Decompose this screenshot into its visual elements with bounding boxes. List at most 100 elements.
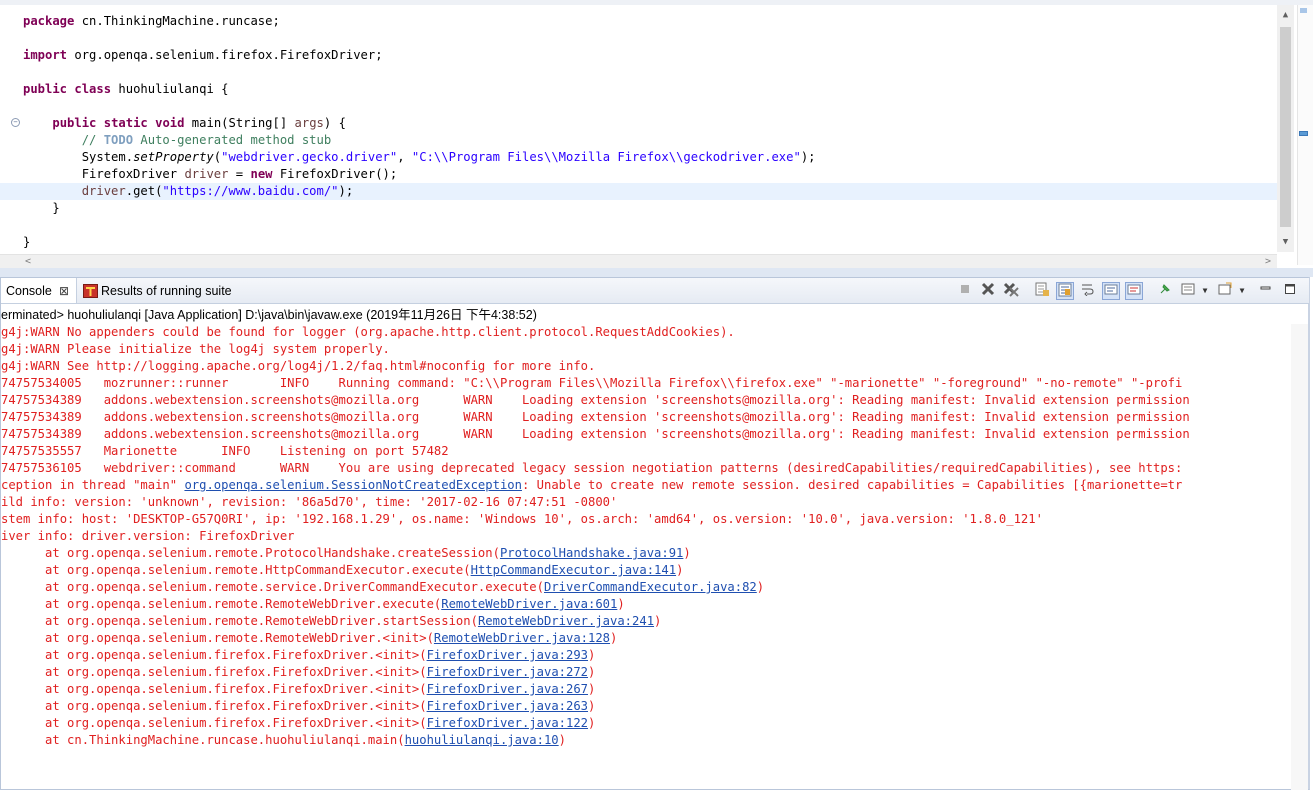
remove-launch-icon[interactable] xyxy=(979,282,997,300)
console-output-line: 74757534005 mozrunner::runner INFO Runni… xyxy=(1,375,1182,392)
console-text: ) xyxy=(683,546,691,560)
console-output-line: 74757536105 webdriver::command WARN You … xyxy=(1,460,1182,477)
code-line[interactable]: 4 xyxy=(0,64,1280,81)
console-text: at org.openqa.selenium.firefox.FirefoxDr… xyxy=(1,665,427,679)
code-text: } xyxy=(23,200,60,217)
code-text: import org.openqa.selenium.firefox.Firef… xyxy=(23,47,383,64)
console-output-line: at cn.ThinkingMachine.runcase.huohuliula… xyxy=(1,732,566,749)
code-line[interactable]: 3import org.openqa.selenium.firefox.Fire… xyxy=(0,47,1280,64)
console-output-line: ception in thread "main" org.openqa.sele… xyxy=(1,477,1182,494)
console-text: at org.openqa.selenium.remote.RemoteWebD… xyxy=(1,631,434,645)
code-line[interactable]: 6 xyxy=(0,98,1280,115)
code-token: FirefoxDriver xyxy=(23,167,185,181)
console-text: 74757534389 addons.webextension.screensh… xyxy=(1,427,1190,441)
console-text: stem info: host: 'DESKTOP-G57Q0RI', ip: … xyxy=(1,512,1043,526)
console-output-line: at org.openqa.selenium.remote.RemoteWebD… xyxy=(1,613,661,630)
code-line[interactable]: 7− public static void main(String[] args… xyxy=(0,115,1280,132)
stacktrace-link[interactable]: FirefoxDriver.java:293 xyxy=(427,648,588,662)
open-dropdown-icon[interactable]: ▼ xyxy=(1236,282,1248,300)
console-view: Console ⊠ Results of running suite ▼ ▼ e… xyxy=(0,277,1310,790)
editor-horizontal-scrollbar[interactable]: < > xyxy=(0,254,1277,269)
code-token: driver xyxy=(81,184,126,198)
console-output-line: at org.openqa.selenium.firefox.FirefoxDr… xyxy=(1,698,595,715)
code-token: } xyxy=(23,201,60,215)
code-text: } xyxy=(23,234,30,251)
stacktrace-link[interactable]: FirefoxDriver.java:267 xyxy=(427,682,588,696)
launch-line-text: erminated> huohuliulanqi [Java Applicati… xyxy=(1,308,537,322)
console-output[interactable]: g4j:WARN No appenders could be found for… xyxy=(1,324,1291,764)
code-token: static xyxy=(103,116,148,130)
code-line[interactable]: 10 FirefoxDriver driver = new FirefoxDri… xyxy=(0,166,1280,183)
maximize-icon[interactable] xyxy=(1281,282,1299,300)
tab-console[interactable]: Console ⊠ xyxy=(1,278,77,303)
scroll-up-arrow-icon[interactable]: ▲ xyxy=(1277,7,1294,23)
code-line[interactable]: 9 System.setProperty("webdriver.gecko.dr… xyxy=(0,149,1280,166)
console-vertical-scrollbar[interactable] xyxy=(1291,324,1308,790)
code-text: driver.get("https://www.baidu.com/"); xyxy=(23,183,354,200)
stacktrace-link[interactable]: FirefoxDriver.java:272 xyxy=(427,665,588,679)
minimize-icon[interactable] xyxy=(1257,282,1275,300)
open-console-icon[interactable] xyxy=(1216,282,1234,300)
stacktrace-link[interactable]: RemoteWebDriver.java:601 xyxy=(441,597,617,611)
console-text: ) xyxy=(588,665,596,679)
code-token: void xyxy=(155,116,185,130)
ruler-current-line-mark[interactable] xyxy=(1299,131,1308,136)
code-line[interactable]: 1package cn.ThinkingMachine.runcase; xyxy=(0,13,1280,30)
code-token: "C:\\Program Files\\Mozilla Firefox\\gec… xyxy=(411,150,801,164)
stacktrace-link[interactable]: RemoteWebDriver.java:241 xyxy=(478,614,654,628)
code-token: System. xyxy=(23,150,134,164)
show-on-stderr-icon[interactable] xyxy=(1125,282,1143,300)
console-text: at org.openqa.selenium.firefox.FirefoxDr… xyxy=(1,716,427,730)
code-line[interactable]: 5public class huohuliulanqi { xyxy=(0,81,1280,98)
console-output-line: at org.openqa.selenium.remote.HttpComman… xyxy=(1,562,683,579)
stacktrace-link[interactable]: DriverCommandExecutor.java:82 xyxy=(544,580,757,594)
console-text: ) xyxy=(558,733,566,747)
scroll-right-arrow-icon[interactable]: > xyxy=(1260,255,1276,269)
scroll-lock-icon[interactable] xyxy=(1056,282,1074,300)
code-line[interactable]: 13 xyxy=(0,217,1280,234)
console-text: at cn.ThinkingMachine.runcase.huohuliula… xyxy=(1,733,405,747)
scroll-left-arrow-icon[interactable]: < xyxy=(20,255,36,269)
clear-console-icon[interactable] xyxy=(1033,282,1051,300)
code-token: // xyxy=(81,133,104,147)
code-token: setProperty xyxy=(133,150,214,164)
fold-collapse-icon[interactable]: − xyxy=(11,118,20,127)
display-console-icon[interactable] xyxy=(1179,282,1197,300)
ruler-annotation-mark[interactable] xyxy=(1300,8,1307,13)
stacktrace-link[interactable]: org.openqa.selenium.SessionNotCreatedExc… xyxy=(184,478,522,492)
stacktrace-link[interactable]: HttpCommandExecutor.java:141 xyxy=(471,563,676,577)
code-line[interactable]: 12 } xyxy=(0,200,1280,217)
stacktrace-link[interactable]: huohuliulanqi.java:10 xyxy=(405,733,559,747)
code-token: class xyxy=(74,82,112,96)
console-text: iver info: driver.version: FirefoxDriver xyxy=(1,529,295,543)
scrollbar-thumb[interactable] xyxy=(1280,27,1291,227)
console-output-line: 74757534389 addons.webextension.screensh… xyxy=(1,392,1190,409)
code-line[interactable]: 8 // TODO Auto-generated method stub xyxy=(0,132,1280,149)
console-output-line: g4j:WARN See http://logging.apache.org/l… xyxy=(1,358,595,375)
scroll-down-arrow-icon[interactable]: ▼ xyxy=(1277,234,1294,250)
show-on-stdout-icon[interactable] xyxy=(1102,282,1120,300)
code-line[interactable]: 11 driver.get("https://www.baidu.com/"); xyxy=(0,183,1280,200)
word-wrap-icon[interactable] xyxy=(1078,282,1096,300)
stacktrace-link[interactable]: FirefoxDriver.java:263 xyxy=(427,699,588,713)
view-sash[interactable] xyxy=(0,268,1313,277)
code-token: args xyxy=(294,116,324,130)
remove-all-icon[interactable] xyxy=(1002,282,1020,300)
pin-console-icon[interactable] xyxy=(1156,282,1174,300)
code-token: FirefoxDriver(); xyxy=(272,167,398,181)
stacktrace-link[interactable]: RemoteWebDriver.java:128 xyxy=(434,631,610,645)
stacktrace-link[interactable]: ProtocolHandshake.java:91 xyxy=(500,546,683,560)
close-icon[interactable]: ⊠ xyxy=(59,278,69,304)
code-editor[interactable]: 1package cn.ThinkingMachine.runcase;23im… xyxy=(0,5,1297,255)
editor-vertical-scrollbar[interactable]: ▲ ▼ xyxy=(1277,5,1294,252)
console-tab-bar: Console ⊠ Results of running suite ▼ ▼ xyxy=(1,278,1309,304)
code-line[interactable]: 2 xyxy=(0,30,1280,47)
console-text: 74757536105 webdriver::command WARN You … xyxy=(1,461,1183,475)
display-dropdown-icon[interactable]: ▼ xyxy=(1199,282,1211,300)
terminate-icon[interactable] xyxy=(956,282,974,300)
console-text: at org.openqa.selenium.remote.RemoteWebD… xyxy=(1,597,442,611)
code-line[interactable]: 14} xyxy=(0,234,1280,251)
stacktrace-link[interactable]: FirefoxDriver.java:122 xyxy=(427,716,588,730)
console-text: at org.openqa.selenium.firefox.FirefoxDr… xyxy=(1,682,427,696)
